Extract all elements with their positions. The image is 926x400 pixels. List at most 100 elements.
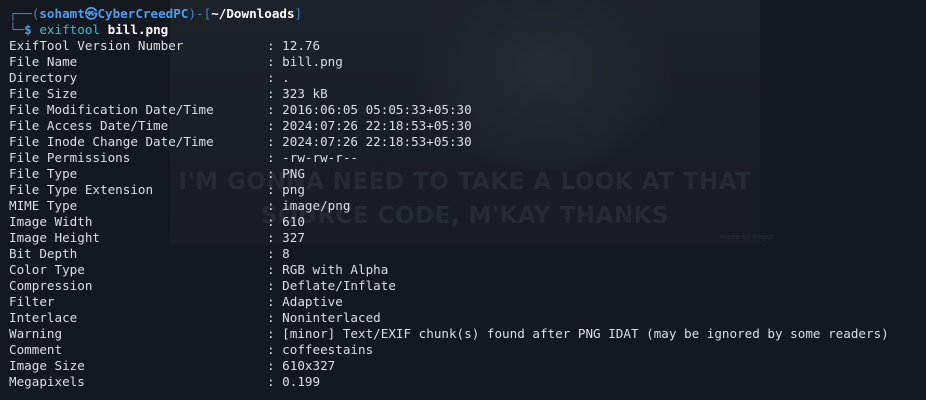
exif-tag: File Permissions [9, 150, 131, 165]
exif-value: bill.png [282, 54, 343, 69]
exif-value: 323 kB [282, 86, 328, 101]
exif-value: png [282, 182, 305, 197]
exif-tag: Comment [9, 342, 63, 357]
exif-value: 8 [282, 246, 290, 261]
exif-value: 12.76 [282, 38, 321, 53]
exif-separator: : [267, 214, 283, 229]
exif-separator: : [267, 54, 283, 69]
exif-separator: : [267, 198, 283, 213]
exif-row: File Permissions: -rw-rw-r-- [9, 150, 926, 166]
exif-row: Image Height: 327 [9, 230, 926, 246]
exif-value: coffeestains [282, 342, 374, 357]
exif-value: Adaptive [282, 294, 343, 309]
exif-tag: File Modification Date/Time [9, 102, 214, 117]
exif-row: Comment: coffeestains [9, 342, 926, 358]
exif-value: image/png [282, 198, 351, 213]
exif-tag: Warning [9, 326, 63, 341]
exif-value: 0.199 [282, 374, 321, 389]
exif-value: . [282, 70, 290, 85]
exif-tag: File Name [9, 54, 78, 69]
exif-separator: : [267, 150, 283, 165]
command-name: exiftool [39, 22, 101, 37]
exif-tag: Bit Depth [9, 246, 78, 261]
exif-value: 610 [282, 214, 305, 229]
prompt-box-mid: )-[ [188, 6, 212, 21]
exif-value: Deflate/Inflate [282, 278, 396, 293]
exif-tag: ExifTool Version Number [9, 38, 184, 53]
exif-value: -rw-rw-r-- [282, 150, 358, 165]
exif-row: Bit Depth: 8 [9, 246, 926, 262]
exif-separator: : [267, 118, 283, 133]
exif-tag: File Type Extension [9, 182, 154, 197]
prompt-dollar: $ [24, 22, 40, 37]
exif-row: Filter: Adaptive [9, 294, 926, 310]
prompt-at-icon: ㉿ [84, 6, 98, 21]
exif-value: 610x327 [282, 358, 336, 373]
exif-tag: MIME Type [9, 198, 78, 213]
prompt-box-bottom: └─ [9, 22, 25, 37]
exif-separator: : [267, 262, 283, 277]
exif-row: File Modification Date/Time: 2016:06:05 … [9, 102, 926, 118]
exif-tag: Color Type [9, 262, 85, 277]
exif-value: RGB with Alpha [282, 262, 389, 277]
exif-value: 2024:07:26 22:18:53+05:30 [282, 118, 472, 133]
exif-separator: : [267, 134, 283, 149]
command-line[interactable]: └─$ exiftool bill.png [9, 22, 926, 38]
exif-row: Megapixels: 0.199 [9, 374, 926, 390]
exif-separator: : [267, 278, 283, 293]
exif-row: Image Size: 610x327 [9, 358, 926, 374]
exif-tag: Interlace [9, 310, 78, 325]
exif-row: Image Width: 610 [9, 214, 926, 230]
exif-value: 2024:07:26 22:18:53+05:30 [282, 134, 472, 149]
exif-row: File Size: 323 kB [9, 86, 926, 102]
exif-row: File Access Date/Time: 2024:07:26 22:18:… [9, 118, 926, 134]
exif-row: MIME Type: image/png [9, 198, 926, 214]
exif-separator: : [267, 86, 283, 101]
exif-separator: : [267, 230, 283, 245]
exif-row: Interlace: Noninterlaced [9, 310, 926, 326]
exif-value: [minor] Text/EXIF chunk(s) found after P… [282, 326, 889, 341]
exif-separator: : [267, 102, 283, 117]
exif-tag: Megapixels [9, 374, 85, 389]
exif-tag: Directory [9, 70, 78, 85]
exif-separator: : [267, 38, 283, 53]
exif-row: Directory: . [9, 70, 926, 86]
exif-row: File Type Extension: png [9, 182, 926, 198]
exif-tag: Compression [9, 278, 93, 293]
exif-row: Color Type: RGB with Alpha [9, 262, 926, 278]
exif-separator: : [267, 310, 283, 325]
exif-separator: : [267, 166, 283, 181]
exif-row: File Inode Change Date/Time: 2024:07:26 … [9, 134, 926, 150]
exif-row: Compression: Deflate/Inflate [9, 278, 926, 294]
prompt-header: ┌──(sohamt㉿CyberCreedPC)-[~/Downloads] [9, 6, 926, 22]
exif-tag: Image Height [9, 230, 100, 245]
exif-value: PNG [282, 166, 305, 181]
exif-row: ExifTool Version Number: 12.76 [9, 38, 926, 54]
exif-tag: Image Size [9, 358, 85, 373]
exif-output: ExifTool Version Number: 12.76 File Name:… [9, 38, 926, 390]
exif-separator: : [267, 374, 283, 389]
prompt-host: CyberCreedPC [97, 6, 189, 21]
exif-separator: : [267, 182, 283, 197]
exif-separator: : [267, 342, 283, 357]
exif-value: 2016:06:05 05:05:33+05:30 [282, 102, 472, 117]
exif-tag: File Size [9, 86, 78, 101]
exif-separator: : [267, 326, 283, 341]
terminal-output[interactable]: ┌──(sohamt㉿CyberCreedPC)-[~/Downloads] └… [9, 6, 926, 390]
exif-tag: File Inode Change Date/Time [9, 134, 214, 149]
exif-separator: : [267, 246, 283, 261]
exif-tag: File Type [9, 166, 78, 181]
exif-tag: Image Width [9, 214, 93, 229]
prompt-box-top: ┌──( [9, 6, 40, 21]
exif-separator: : [267, 358, 283, 373]
exif-value: Noninterlaced [282, 310, 381, 325]
prompt-box-close: ] [294, 6, 303, 21]
exif-tag: Filter [9, 294, 55, 309]
exif-tag: File Access Date/Time [9, 118, 169, 133]
exif-separator: : [267, 294, 283, 309]
exif-separator: : [267, 70, 283, 85]
exif-row: File Type: PNG [9, 166, 926, 182]
exif-value: 327 [282, 230, 305, 245]
prompt-user: sohamt [39, 6, 85, 21]
prompt-cwd: ~/Downloads [211, 6, 295, 21]
